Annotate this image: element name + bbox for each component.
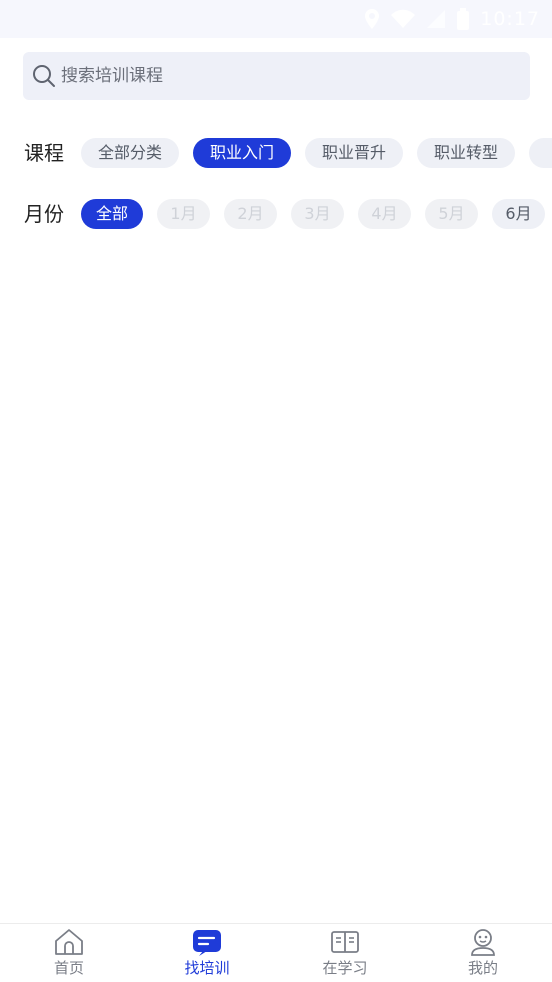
month-filter-label: 月份: [24, 202, 64, 226]
signal-icon: [427, 10, 446, 28]
course-chip-all[interactable]: 全部分类: [81, 138, 179, 168]
tab-home[interactable]: 首页: [0, 924, 138, 982]
month-chip-3[interactable]: 3月: [291, 199, 344, 229]
status-time: 10:17: [480, 8, 540, 30]
tab-learning[interactable]: 在学习: [276, 924, 414, 982]
month-filter-row: 月份 全部 1月 2月 3月 4月 5月 6月: [0, 198, 552, 230]
search-icon: [33, 65, 55, 87]
tab-learning-label: 在学习: [322, 959, 368, 977]
course-chip-promotion[interactable]: 职业晋升: [305, 138, 403, 168]
month-chip-1[interactable]: 1月: [157, 199, 210, 229]
course-chip-certificate[interactable]: 证: [529, 138, 552, 168]
search-bar[interactable]: [23, 52, 530, 100]
tab-find-training-label: 找培训: [184, 959, 230, 977]
month-chip-2[interactable]: 2月: [224, 199, 277, 229]
bottom-tab-bar: 首页 找培训 在学习 我的: [0, 923, 552, 982]
home-icon: [55, 929, 83, 955]
course-filter-label: 课程: [24, 141, 64, 165]
search-input[interactable]: [59, 65, 503, 87]
battery-icon: [457, 8, 470, 30]
course-chip-entry[interactable]: 职业入门: [193, 138, 291, 168]
month-chip-all[interactable]: 全部: [81, 199, 143, 229]
course-chip-transition[interactable]: 职业转型: [417, 138, 515, 168]
tab-profile[interactable]: 我的: [414, 924, 552, 982]
book-icon: [331, 931, 359, 953]
month-chip-4[interactable]: 4月: [358, 199, 411, 229]
status-bar: 10:17: [0, 0, 552, 38]
profile-icon: [471, 929, 495, 956]
tab-home-label: 首页: [53, 959, 84, 977]
month-chip-5[interactable]: 5月: [425, 199, 478, 229]
tab-profile-label: 我的: [467, 959, 498, 977]
tab-find-training[interactable]: 找培训: [138, 924, 276, 982]
course-filter-row: 课程 全部分类 职业入门 职业晋升 职业转型 证: [0, 137, 552, 169]
find-training-icon: [193, 930, 221, 956]
wifi-icon: [391, 9, 416, 28]
month-chip-6[interactable]: 6月: [492, 199, 545, 229]
location-icon: [365, 9, 380, 29]
